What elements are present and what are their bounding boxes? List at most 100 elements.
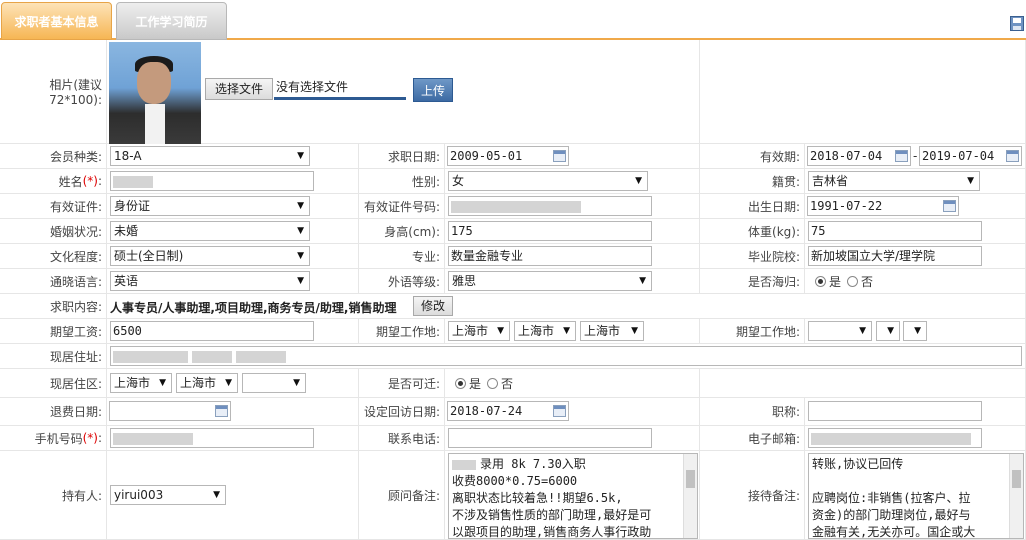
- calendar-icon: [215, 405, 228, 417]
- tab-basic-info[interactable]: 求职者基本信息: [1, 2, 112, 40]
- language-level-select[interactable]: 雅思 ▼: [448, 271, 652, 291]
- residence-district-select[interactable]: ▼: [242, 373, 306, 393]
- id-number-input[interactable]: [448, 196, 652, 216]
- work2-district-select[interactable]: ▼: [903, 321, 927, 341]
- native-place-select[interactable]: 吉林省 ▼: [808, 171, 980, 191]
- height-input[interactable]: 175: [448, 221, 652, 241]
- form-row: 求职内容: 人事专员/人事助理,项目助理,商务专员/助理,销售助理 修改: [0, 294, 1026, 319]
- title-label: 职称:: [700, 398, 805, 426]
- form-row: 通晓语言: 英语 ▼ 外语等级: 雅思 ▼ 是否海归: 是 否: [0, 269, 1026, 294]
- id-type-label: 有效证件:: [0, 194, 107, 219]
- relocate-no-radio[interactable]: [487, 377, 499, 389]
- height-label: 身高(cm):: [359, 219, 445, 244]
- member-type-select[interactable]: 18-A ▼: [110, 146, 310, 166]
- id-number-label: 有效证件号码:: [359, 194, 445, 219]
- work2-city-select[interactable]: ▼: [876, 321, 900, 341]
- phone-input[interactable]: [448, 428, 652, 448]
- mobile-input[interactable]: [110, 428, 314, 448]
- choose-file-button[interactable]: 选择文件: [205, 78, 273, 100]
- name-input[interactable]: [110, 171, 314, 191]
- language-label: 通晓语言:: [0, 269, 107, 294]
- returnee-yes-radio[interactable]: [815, 275, 826, 287]
- relocate-yes-radio[interactable]: [455, 377, 466, 389]
- native-place-label: 籍贯:: [700, 169, 805, 194]
- phone-label: 联系电话:: [359, 426, 445, 451]
- id-type-select[interactable]: 身份证 ▼: [110, 196, 310, 216]
- refund-date-label: 退费日期:: [0, 398, 107, 426]
- work-district-select[interactable]: 上海市 ▼: [580, 321, 644, 341]
- calendar-icon: [1006, 150, 1019, 162]
- job-date-input[interactable]: 2009-05-01: [447, 146, 569, 166]
- member-type-label: 会员种类:: [0, 144, 107, 169]
- birth-date-label: 出生日期:: [700, 194, 805, 219]
- marital-select[interactable]: 未婚 ▼: [110, 221, 310, 241]
- education-select[interactable]: 硕士(全日制) ▼: [110, 246, 310, 266]
- returnee-no-label: 否: [861, 274, 874, 289]
- work-city-select[interactable]: 上海市 ▼: [514, 321, 576, 341]
- address-input[interactable]: [110, 346, 1022, 366]
- major-input[interactable]: 数量金融专业: [448, 246, 652, 266]
- valid-from-input[interactable]: 2018-07-04: [807, 146, 911, 166]
- save-icon[interactable]: [1010, 16, 1024, 31]
- upload-button[interactable]: 上传: [413, 78, 453, 102]
- gender-select[interactable]: 女 ▼: [448, 171, 648, 191]
- job-content-text: 人事专员/人事助理,项目助理,商务专员/助理,销售助理: [110, 301, 397, 315]
- candidate-photo: [109, 42, 201, 144]
- form-row: 婚姻状况: 未婚 ▼ 身高(cm): 175 体重(kg): 75: [0, 219, 1026, 244]
- language-select[interactable]: 英语 ▼: [110, 271, 310, 291]
- calendar-icon: [895, 150, 908, 162]
- consultant-note-label: 顾问备注:: [359, 451, 445, 540]
- form-row: 手机号码 (*): 联系电话: 电子邮箱:: [0, 426, 1026, 451]
- calendar-icon: [553, 405, 566, 417]
- major-label: 专业:: [359, 244, 445, 269]
- consultant-note-textarea[interactable]: 录用 8k 7.30入职 收费8000*0.75=6000 离职状态比较着急!!…: [448, 453, 698, 539]
- form-row: 文化程度: 硕士(全日制) ▼ 专业: 数量金融专业 毕业院校: 新加坡国立大学/…: [0, 244, 1026, 269]
- holder-select[interactable]: yirui003 ▼: [110, 485, 226, 505]
- returnee-no-radio[interactable]: [847, 275, 859, 287]
- salary-label: 期望工资:: [0, 319, 107, 344]
- form-row: 会员种类: 18-A ▼ 求职日期: 2009-05-01 有效期: 2018-0…: [0, 144, 1026, 169]
- tab-work-history[interactable]: 工作学习简历: [116, 2, 227, 40]
- birth-date-input[interactable]: 1991-07-22: [807, 196, 959, 216]
- visit-date-label: 设定回访日期:: [359, 398, 445, 426]
- relocate-no-label: 否: [501, 376, 514, 391]
- marital-label: 婚姻状况:: [0, 219, 107, 244]
- work-place-label: 期望工作地:: [359, 319, 445, 344]
- language-level-label: 外语等级:: [359, 269, 445, 294]
- reception-note-label: 接待备注:: [700, 451, 805, 540]
- refund-date-input[interactable]: [109, 401, 231, 421]
- school-input[interactable]: 新加坡国立大学/理学院: [808, 246, 982, 266]
- reception-note-textarea[interactable]: 转账,协议已回传 应聘岗位:非销售(拉客户、拉 资金)的部门助理岗位,最好与 金…: [808, 453, 1024, 539]
- edit-job-content-button[interactable]: 修改: [413, 296, 453, 316]
- name-label: 姓名 (*):: [0, 169, 107, 194]
- residence-city-select[interactable]: 上海市 ▼: [176, 373, 238, 393]
- scrollbar[interactable]: [1009, 454, 1023, 538]
- calendar-icon: [943, 200, 956, 212]
- form-row: 有效证件: 身份证 ▼ 有效证件号码: 出生日期: 1991-07-22: [0, 194, 1026, 219]
- mobile-label: 手机号码 (*):: [0, 426, 107, 451]
- work-place2-label: 期望工作地:: [700, 319, 805, 344]
- title-input[interactable]: [808, 401, 982, 421]
- relocate-label: 是否可迁:: [359, 369, 445, 398]
- job-date-label: 求职日期:: [359, 144, 445, 169]
- file-name-field: 没有选择文件: [274, 78, 406, 100]
- email-input[interactable]: [808, 428, 982, 448]
- work2-province-select[interactable]: ▼: [808, 321, 872, 341]
- form-row: 现居住址:: [0, 344, 1026, 369]
- weight-input[interactable]: 75: [808, 221, 982, 241]
- tab-bar: 求职者基本信息 工作学习简历: [0, 0, 1026, 40]
- gender-label: 性别:: [359, 169, 445, 194]
- residence-province-select[interactable]: 上海市 ▼: [110, 373, 172, 393]
- job-content-label: 求职内容:: [0, 294, 107, 319]
- education-label: 文化程度:: [0, 244, 107, 269]
- residence-area-label: 现居住区:: [0, 369, 107, 398]
- salary-input[interactable]: 6500: [110, 321, 314, 341]
- form-row: 期望工资: 6500 期望工作地: 上海市 ▼ 上海市 ▼ 上海市 ▼ 期望工作地: …: [0, 319, 1026, 344]
- work-province-select[interactable]: 上海市 ▼: [448, 321, 510, 341]
- form-row: 持有人: yirui003 ▼ 顾问备注: 录用 8k 7.30入职 收费8000…: [0, 451, 1026, 540]
- valid-period-label: 有效期:: [700, 144, 805, 169]
- scrollbar[interactable]: [683, 454, 697, 538]
- weight-label: 体重(kg):: [700, 219, 805, 244]
- valid-to-input[interactable]: 2019-07-04: [919, 146, 1022, 166]
- visit-date-input[interactable]: 2018-07-24: [447, 401, 569, 421]
